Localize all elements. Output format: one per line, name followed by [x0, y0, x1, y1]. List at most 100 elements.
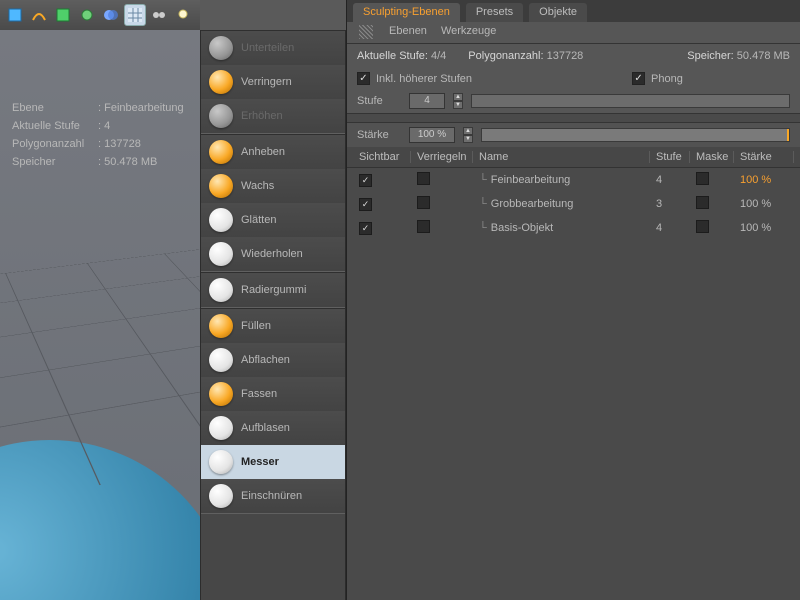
- tool-glätten[interactable]: Glätten: [201, 203, 345, 237]
- staerke-value[interactable]: 100 %: [409, 127, 455, 143]
- tool-label: Einschnüren: [241, 490, 302, 502]
- tool-unterteilen-icon: [209, 36, 233, 60]
- tool-wachs[interactable]: Wachs: [201, 169, 345, 203]
- tool-radiergummi[interactable]: Radiergummi: [201, 273, 345, 307]
- mask-checkbox[interactable]: [696, 220, 709, 233]
- staerke-label: Stärke: [357, 129, 401, 141]
- tool-label: Glätten: [241, 214, 276, 226]
- tool-abflachen[interactable]: Abflachen: [201, 343, 345, 377]
- tab-presets[interactable]: Presets: [466, 3, 523, 22]
- top-toolbar: [0, 0, 200, 30]
- tool-einschnüren[interactable]: Einschnüren: [201, 479, 345, 513]
- tool-fassen-icon: [209, 382, 233, 406]
- tool-aufblasen-icon: [209, 416, 233, 440]
- mask-checkbox[interactable]: [696, 196, 709, 209]
- tool-palette: Unterteilen Verringern Erhöhen Anheben Wachs…: [200, 30, 346, 600]
- layer-strength: 100 %: [734, 222, 794, 234]
- lock-checkbox[interactable]: [417, 172, 430, 185]
- viewport[interactable]: Ebene: Feinbearbeitung Aktuelle Stufe: 4…: [0, 30, 200, 600]
- stufe-spinner[interactable]: ▲▼: [453, 93, 463, 109]
- tool-messer[interactable]: Messer: [201, 445, 345, 479]
- viewport-grid: [0, 240, 200, 531]
- checkbox-inkl-stufen[interactable]: ✓Inkl. höherer Stufen: [357, 72, 472, 85]
- lock-checkbox[interactable]: [417, 196, 430, 209]
- cog-icon[interactable]: [76, 4, 98, 26]
- tool-aufblasen[interactable]: Aufblasen: [201, 411, 345, 445]
- tool-messer-icon: [209, 450, 233, 474]
- layers-list: ✓└Feinbearbeitung4100 %✓└Grobbearbeitung…: [347, 168, 800, 240]
- panel-tabs: Sculpting-Ebenen Presets Objekte: [347, 0, 800, 22]
- tool-label: Abflachen: [241, 354, 290, 366]
- tool-wiederholen[interactable]: Wiederholen: [201, 237, 345, 271]
- tool-erhöhen[interactable]: Erhöhen: [201, 99, 345, 133]
- tool-anheben[interactable]: Anheben: [201, 135, 345, 169]
- tool-fassen[interactable]: Fassen: [201, 377, 345, 411]
- tool-verringern-icon: [209, 70, 233, 94]
- tool-label: Radiergummi: [241, 284, 306, 296]
- tool-erhöhen-icon: [209, 104, 233, 128]
- sculpting-panel: Sculpting-Ebenen Presets Objekte Ebenen …: [346, 0, 800, 600]
- stufe-slider-row: Stufe 4 ▲▼: [347, 89, 800, 113]
- tool-glätten-icon: [209, 208, 233, 232]
- hatch-icon[interactable]: [359, 25, 373, 39]
- visibility-checkbox[interactable]: ✓: [359, 198, 372, 211]
- camera-icon[interactable]: [148, 4, 170, 26]
- layer-stufe: 3: [650, 198, 690, 210]
- tool-label: Unterteilen: [241, 42, 294, 54]
- tool-wachs-icon: [209, 174, 233, 198]
- staerke-slider-row: Stärke 100 % ▲▼: [347, 123, 800, 147]
- tool-abflachen-icon: [209, 348, 233, 372]
- tool-einschnüren-icon: [209, 484, 233, 508]
- stufe-slider[interactable]: [471, 94, 790, 108]
- viewport-hud: Ebene: Feinbearbeitung Aktuelle Stufe: 4…: [10, 98, 190, 172]
- info-row: Aktuelle Stufe: 4/4 Polygonanzahl: 13772…: [347, 44, 800, 68]
- tool-label: Wiederholen: [241, 248, 303, 260]
- visibility-checkbox[interactable]: ✓: [359, 222, 372, 235]
- tab-sculpting-ebenen[interactable]: Sculpting-Ebenen: [353, 3, 460, 22]
- tool-label: Anheben: [241, 146, 285, 158]
- tool-label: Erhöhen: [241, 110, 283, 122]
- stufe-label: Stufe: [357, 95, 401, 107]
- cube-icon[interactable]: [4, 4, 26, 26]
- layer-strength: 100 %: [734, 198, 794, 210]
- staerke-slider[interactable]: [481, 128, 790, 142]
- tool-füllen[interactable]: Füllen: [201, 309, 345, 343]
- tool-wiederholen-icon: [209, 242, 233, 266]
- options-row: ✓Inkl. höherer Stufen ✓Phong: [347, 68, 800, 89]
- light-icon[interactable]: [172, 4, 194, 26]
- spline-icon[interactable]: [28, 4, 50, 26]
- staerke-spinner[interactable]: ▲▼: [463, 127, 473, 143]
- stufe-value[interactable]: 4: [409, 93, 445, 109]
- panel-subtabs: Ebenen Werkzeuge: [347, 22, 800, 44]
- layer-row[interactable]: ✓└Feinbearbeitung4100 %: [347, 168, 800, 192]
- layer-name: Basis-Objekt: [491, 222, 553, 234]
- layer-name: Feinbearbeitung: [491, 174, 571, 186]
- layer-stufe: 4: [650, 174, 690, 186]
- grid-icon[interactable]: [124, 4, 146, 26]
- tool-radiergummi-icon: [209, 278, 233, 302]
- tool-label: Fassen: [241, 388, 277, 400]
- boolean-icon[interactable]: [100, 4, 122, 26]
- tool-verringern[interactable]: Verringern: [201, 65, 345, 99]
- tool-label: Aufblasen: [241, 422, 290, 434]
- tool-füllen-icon: [209, 314, 233, 338]
- tool-label: Füllen: [241, 320, 271, 332]
- tool-label: Verringern: [241, 76, 292, 88]
- subtab-werkzeuge[interactable]: Werkzeuge: [441, 25, 496, 40]
- visibility-checkbox[interactable]: ✓: [359, 174, 372, 187]
- tool-label: Messer: [241, 456, 279, 468]
- layer-strength: 100 %: [734, 174, 794, 186]
- checkbox-phong[interactable]: ✓Phong: [632, 72, 683, 85]
- layer-stufe: 4: [650, 222, 690, 234]
- tool-unterteilen[interactable]: Unterteilen: [201, 31, 345, 65]
- layers-header: Sichtbar Verriegeln Name Stufe Maske Stä…: [347, 147, 800, 168]
- lock-checkbox[interactable]: [417, 220, 430, 233]
- layer-row[interactable]: ✓└Grobbearbeitung3100 %: [347, 192, 800, 216]
- mask-checkbox[interactable]: [696, 172, 709, 185]
- tab-objekte[interactable]: Objekte: [529, 3, 587, 22]
- tool-label: Wachs: [241, 180, 274, 192]
- subtab-ebenen[interactable]: Ebenen: [389, 25, 427, 40]
- layer-row[interactable]: ✓└Basis-Objekt4100 %: [347, 216, 800, 240]
- deformer-icon[interactable]: [52, 4, 74, 26]
- tool-anheben-icon: [209, 140, 233, 164]
